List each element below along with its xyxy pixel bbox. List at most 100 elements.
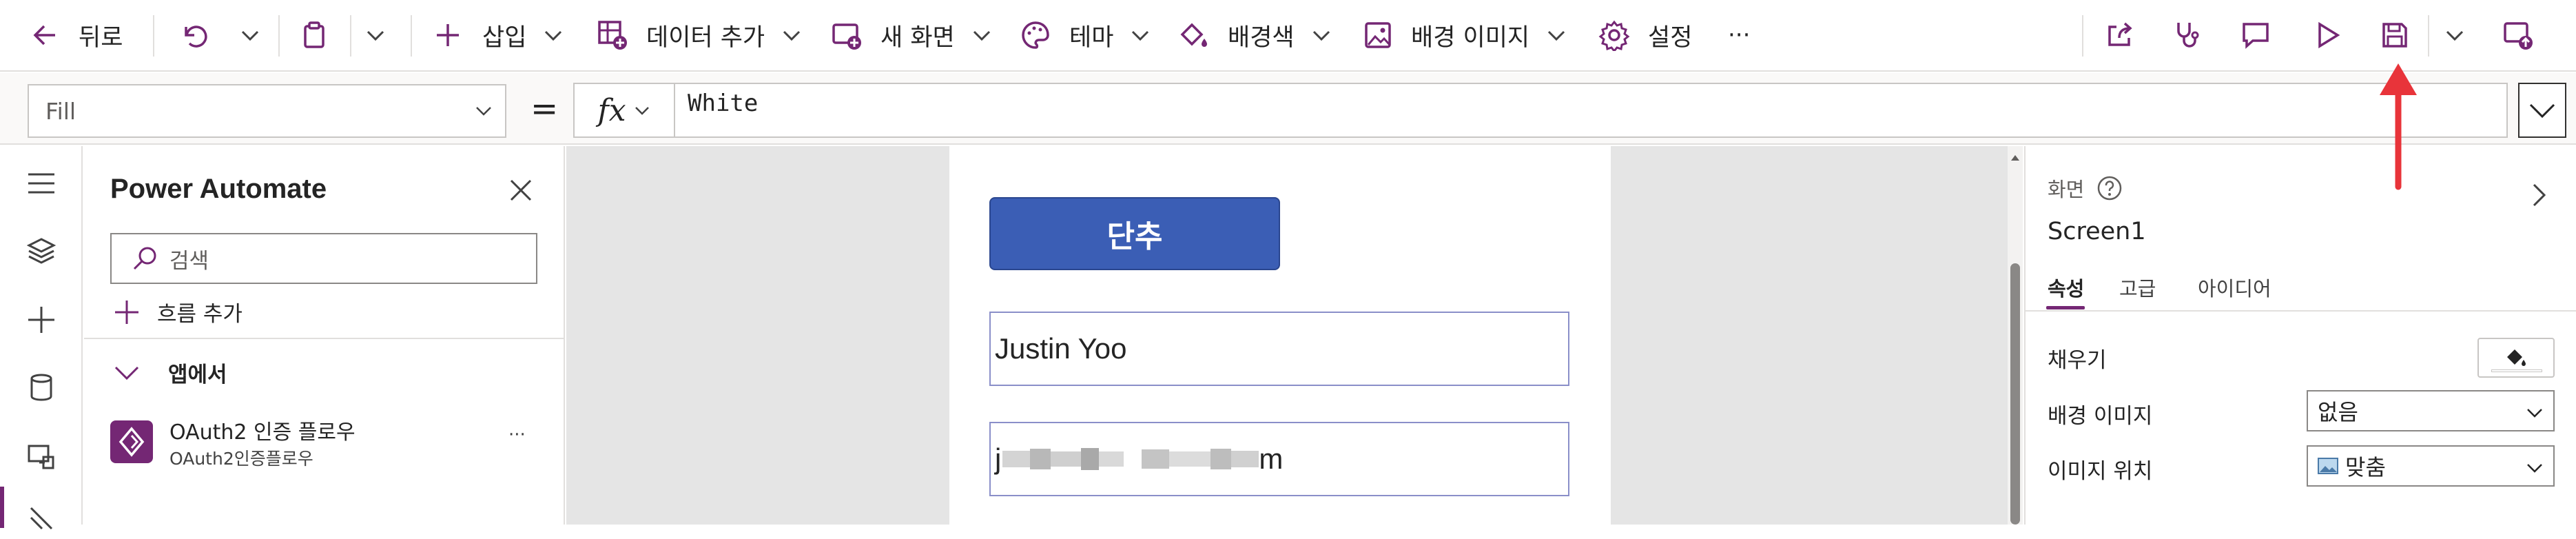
- back-button[interactable]: 뒤로: [30, 0, 123, 71]
- flow-name: OAuth2 인증 플로우: [169, 420, 356, 445]
- comments-button[interactable]: [2240, 0, 2271, 71]
- more-commands-button[interactable]: ···: [1728, 0, 1750, 71]
- plus-icon: [437, 24, 459, 46]
- layers-icon: [27, 238, 56, 264]
- tab-advanced[interactable]: 고급: [2119, 273, 2156, 302]
- tree-view-button[interactable]: [21, 230, 62, 272]
- panel-divider: [84, 338, 565, 339]
- more-label: ···: [1728, 21, 1751, 49]
- section-header-in-app[interactable]: 앱에서: [113, 357, 227, 388]
- tab-active-underline: [2046, 306, 2085, 309]
- chevron-down-icon: [2527, 464, 2542, 473]
- undo-icon: [185, 26, 207, 48]
- redacted-email-blur: [1002, 445, 1259, 473]
- add-data-button[interactable]: 데이터 추가: [597, 0, 803, 71]
- section-label: 화면: [2048, 178, 2085, 201]
- scrollbar-thumb[interactable]: [2010, 263, 2020, 525]
- property-selector[interactable]: Fill: [28, 84, 506, 138]
- tab-ideas[interactable]: 아이디어: [2198, 273, 2271, 302]
- background-image-button[interactable]: 배경 이미지: [1363, 0, 1568, 71]
- canvas-scrollbar[interactable]: [2008, 146, 2023, 525]
- paste-button[interactable]: [299, 0, 329, 71]
- data-rail-button[interactable]: [21, 367, 62, 408]
- background-color-button[interactable]: 배경색: [1178, 0, 1333, 71]
- new-screen-icon: [832, 23, 861, 50]
- bg-image-value: 없음: [2318, 399, 2358, 425]
- paste-dropdown[interactable]: [364, 0, 387, 71]
- data-table-add-icon: [598, 21, 627, 50]
- stethoscope-icon: [2177, 23, 2199, 48]
- undo-button[interactable]: [178, 0, 208, 71]
- app-checker-button[interactable]: [2172, 0, 2202, 71]
- play-icon: [2318, 21, 2340, 49]
- help-icon[interactable]: [2096, 175, 2123, 201]
- insert-label: 삽입: [482, 23, 527, 52]
- media-rail-button[interactable]: [21, 436, 62, 477]
- insert-rail-button[interactable]: [21, 299, 62, 340]
- chevron-down-icon: [1312, 30, 1330, 41]
- image-position-label: 이미지 위치: [2048, 459, 2153, 484]
- chevron-down-icon: [1548, 30, 1565, 41]
- share-button[interactable]: [2104, 0, 2134, 71]
- paint-bucket-icon: [1180, 23, 1207, 47]
- undo-dropdown[interactable]: [238, 0, 262, 71]
- bg-image-dropdown[interactable]: 없음: [2307, 390, 2555, 431]
- separator: [153, 15, 154, 57]
- screen-section-label: 화면: [2048, 174, 2123, 203]
- hamburger-menu[interactable]: [21, 163, 62, 204]
- preview-button[interactable]: [2312, 0, 2342, 71]
- settings-button[interactable]: 설정: [1598, 0, 1692, 71]
- theme-label: 테마: [1069, 23, 1114, 52]
- power-apps-icon: [119, 427, 145, 457]
- separator: [278, 15, 280, 57]
- flow-more-button[interactable]: ···: [508, 425, 526, 445]
- formula-input[interactable]: White: [675, 83, 2508, 138]
- add-flow-button[interactable]: 흐름 추가: [113, 296, 243, 327]
- close-panel-button[interactable]: [506, 175, 536, 205]
- fill-label: 채우기: [2048, 348, 2107, 373]
- scroll-up-icon: [2011, 155, 2019, 161]
- flow-list-item[interactable]: OAuth2 인증 플로우 OAuth2인증플로우 ···: [110, 415, 551, 477]
- fill-color-swatch: [2491, 369, 2542, 372]
- name-text-input[interactable]: Justin Yoo: [989, 312, 1569, 386]
- fill-color-picker[interactable]: [2477, 338, 2555, 378]
- separator: [411, 15, 412, 57]
- new-screen-button[interactable]: 새 화면: [831, 0, 993, 71]
- chevron-down-icon: [367, 30, 384, 41]
- search-input[interactable]: 검색: [110, 233, 537, 284]
- email-text-input[interactable]: j m: [989, 422, 1569, 496]
- power-automate-panel: Power Automate 검색 흐름 추가 앱에서 OAuth2 인증 플로…: [84, 146, 565, 525]
- email-input-prefix: j: [995, 443, 1002, 475]
- add-data-label: 데이터 추가: [646, 23, 765, 52]
- plus-icon: [115, 300, 138, 324]
- gear-icon: [1598, 20, 1630, 51]
- expand-panel-button[interactable]: [2526, 182, 2552, 211]
- media-icon: [28, 445, 54, 469]
- tabs-divider: [2026, 310, 2576, 312]
- function-button[interactable]: fx: [573, 83, 675, 138]
- tab-properties[interactable]: 속성: [2048, 273, 2084, 302]
- annotation-arrow: [2380, 63, 2417, 190]
- screen-name: Screen1: [2048, 218, 2146, 245]
- theme-button[interactable]: 테마: [1020, 0, 1152, 71]
- chevron-down-icon: [241, 30, 259, 41]
- paint-bucket-icon: [2507, 349, 2526, 366]
- app-button[interactable]: 단추: [989, 197, 1280, 270]
- back-arrow-icon: [33, 25, 55, 45]
- flow-subtitle: OAuth2인증플로우: [169, 449, 313, 469]
- hamburger-icon: [28, 173, 54, 194]
- publish-button[interactable]: [2502, 0, 2534, 71]
- separator: [350, 15, 351, 57]
- image-position-dropdown[interactable]: 맞춤: [2307, 445, 2555, 487]
- chevron-right-icon: [2533, 183, 2546, 207]
- back-label: 뒤로: [79, 23, 123, 52]
- power-automate-rail-button[interactable]: [21, 498, 62, 539]
- expand-formula-button[interactable]: [2518, 83, 2566, 138]
- separator: [2082, 15, 2083, 57]
- insert-button[interactable]: 삽입: [434, 0, 565, 71]
- chevron-down-icon: [2446, 30, 2464, 41]
- left-rail: [0, 146, 83, 530]
- chevron-down-icon: [476, 107, 491, 116]
- save-dropdown[interactable]: [2443, 0, 2466, 71]
- chevron-down-icon: [973, 30, 990, 41]
